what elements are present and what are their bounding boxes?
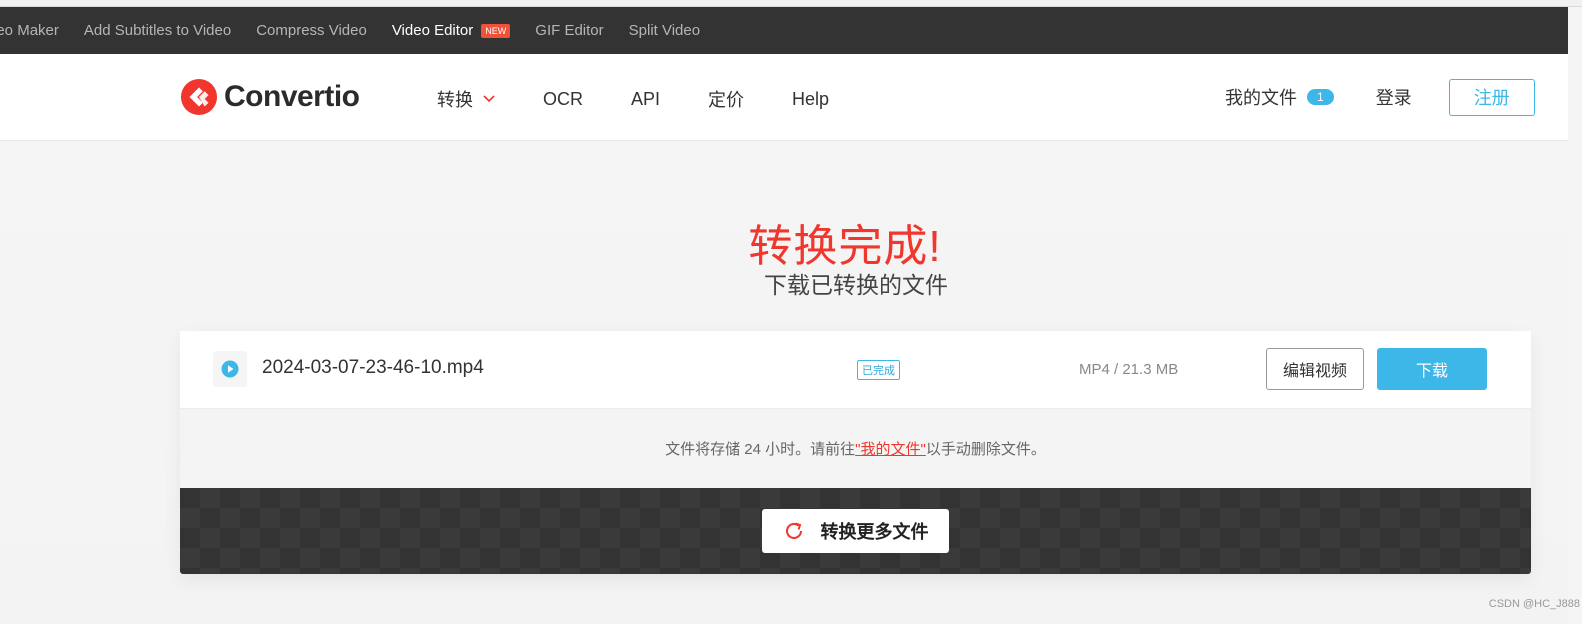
- result-card: 2024-03-07-23-46-10.mp4 已完成 MP4 / 21.3 M…: [180, 331, 1531, 574]
- new-badge: NEW: [481, 23, 511, 38]
- tool-link-add-subtitles[interactable]: Add Subtitles to Video: [84, 22, 231, 39]
- storage-note: 文件将存储 24 小时。请前往 "我的文件" 以手动删除文件。: [180, 409, 1531, 488]
- tool-link-video-maker[interactable]: deo Maker: [0, 22, 59, 39]
- edit-video-button[interactable]: 编辑视频: [1266, 348, 1364, 390]
- nav-ocr[interactable]: OCR: [543, 89, 583, 110]
- account-nav: 我的文件 1 登录 注册: [1225, 78, 1535, 116]
- nav-api[interactable]: API: [631, 89, 660, 110]
- storage-note-text: 文件将存储 24 小时。请前往: [665, 441, 856, 458]
- tool-link-video-editor[interactable]: Video Editor NEW: [391, 22, 511, 39]
- main-nav: 转换 OCR API 定价 Help: [437, 86, 877, 112]
- preview-play-button[interactable]: [213, 351, 247, 387]
- convert-more-bar: 转换更多文件: [180, 488, 1531, 574]
- file-name: 2024-03-07-23-46-10.mp4: [262, 357, 484, 378]
- site-header: Convertio 转换 OCR API 定价 Help 我的文件 1 登录 注…: [0, 54, 1568, 141]
- download-button[interactable]: 下载: [1377, 348, 1487, 390]
- conversion-done-subtitle: 下载已转换的文件: [764, 272, 948, 298]
- my-files-note-link[interactable]: "我的文件": [855, 438, 926, 459]
- convertio-logo-icon: [180, 78, 218, 116]
- storage-note-text-end: 以手动删除文件。: [925, 441, 1046, 458]
- file-row: 2024-03-07-23-46-10.mp4 已完成 MP4 / 21.3 M…: [180, 331, 1531, 409]
- my-files-link[interactable]: 我的文件 1: [1225, 84, 1334, 110]
- my-files-label: 我的文件: [1225, 88, 1297, 108]
- play-icon: [221, 360, 239, 378]
- chevron-down-icon: [483, 95, 495, 103]
- nav-pricing[interactable]: 定价: [708, 86, 744, 112]
- brand-logo[interactable]: Convertio: [180, 78, 360, 116]
- file-format-size: MP4 / 21.3 MB: [1079, 361, 1179, 378]
- tools-bar: deo Maker Add Subtitles to Video Compres…: [0, 7, 1568, 54]
- tool-link-video-editor-label: Video Editor: [391, 22, 474, 39]
- convert-more-label: 转换更多文件: [820, 522, 929, 542]
- tool-link-gif-editor[interactable]: GIF Editor: [535, 22, 603, 39]
- nav-help[interactable]: Help: [792, 89, 829, 110]
- file-count-badge: 1: [1307, 89, 1334, 105]
- conversion-done-title: 转换完成!: [748, 222, 942, 271]
- tool-link-compress-video[interactable]: Compress Video: [256, 22, 367, 39]
- watermark: CSDN @HC_J888: [1488, 598, 1580, 610]
- refresh-icon: [785, 522, 802, 539]
- brand-name: Convertio: [224, 80, 360, 113]
- status-badge: 已完成: [857, 360, 900, 380]
- nav-convert[interactable]: 转换: [437, 86, 495, 112]
- convert-more-button[interactable]: 转换更多文件: [762, 509, 949, 553]
- login-link[interactable]: 登录: [1376, 84, 1412, 110]
- browser-top-edge: [0, 0, 1582, 7]
- nav-convert-label: 转换: [437, 90, 473, 110]
- page-scrollbar[interactable]: [1568, 7, 1582, 624]
- tool-link-split-video[interactable]: Split Video: [629, 22, 700, 39]
- signup-button[interactable]: 注册: [1448, 78, 1535, 116]
